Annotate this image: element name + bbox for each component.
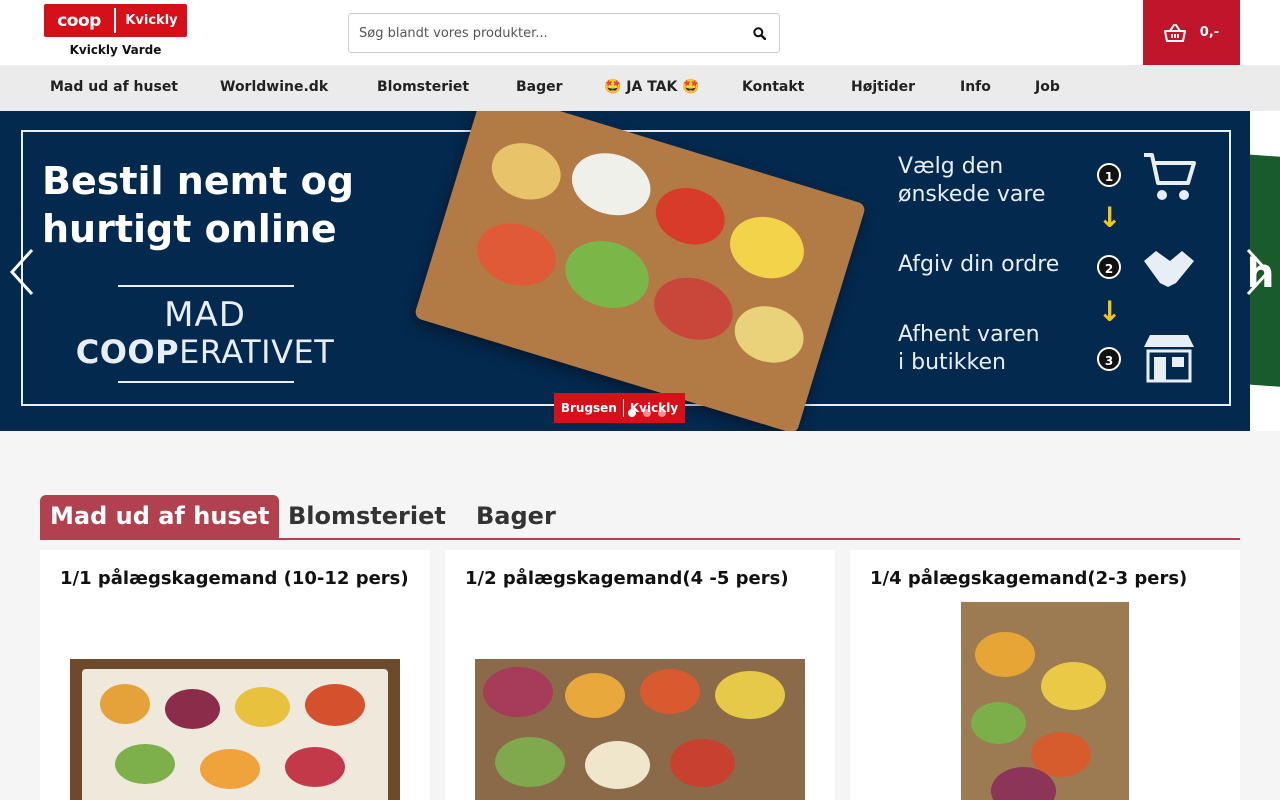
sandwich-image: [564, 143, 659, 225]
cart-total: 0,-: [1199, 25, 1220, 40]
step-3-line-2: i butikken: [898, 350, 1006, 375]
food-image: [200, 749, 260, 789]
banner-cooperativet-text: COOPERATIVET: [0, 333, 410, 371]
chevron-right-icon: [1246, 248, 1271, 296]
food-image: [483, 667, 553, 717]
nav-item-worldwine[interactable]: Worldwine.dk: [220, 65, 328, 111]
banner-headline-line-1: Bestil nemt og: [42, 159, 354, 203]
product-image[interactable]: [961, 602, 1129, 800]
main-nav: Mad ud af huset Worldwine.dk Blomsteriet…: [0, 65, 1280, 111]
banner-headline-line-2: hurtigt online: [42, 207, 337, 251]
banner-coop-bold: COOP: [75, 333, 180, 371]
product-image[interactable]: [70, 659, 400, 800]
food-image: [565, 673, 625, 718]
sandwich-image: [648, 179, 732, 253]
nav-item-kontakt[interactable]: Kontakt: [742, 65, 804, 111]
sandwich-image: [727, 297, 811, 372]
logo-coop-text: coop: [57, 10, 101, 31]
nav-item-job[interactable]: Job: [1035, 65, 1060, 111]
sandwich-image: [646, 268, 741, 350]
nav-item-bager[interactable]: Bager: [516, 65, 563, 111]
sandwich-image: [556, 230, 658, 318]
food-image: [165, 689, 220, 729]
product-card[interactable]: 1/1 pålægskagemand (10-12 pers): [40, 550, 430, 800]
carousel-dot[interactable]: [628, 409, 636, 417]
food-image: [585, 741, 650, 789]
step-1-number: 1: [1097, 163, 1121, 187]
food-image: [1041, 662, 1106, 710]
nav-item-hojtider[interactable]: Højtider: [851, 65, 915, 111]
badge-divider: [622, 399, 624, 417]
food-image: [285, 747, 345, 787]
step-3-text: Afhent varen i butikken: [898, 321, 1040, 377]
badge-brugsen-text: Brugsen: [560, 401, 617, 415]
banner-headline: Bestil nemt og hurtigt online: [42, 157, 354, 253]
search-box: [348, 13, 780, 53]
nav-item-info[interactable]: Info: [960, 65, 991, 111]
banner-divider-top: [118, 285, 294, 287]
product-title[interactable]: 1/4 pålægskagemand(2-3 pers): [870, 568, 1187, 589]
carousel-dot[interactable]: [658, 409, 666, 417]
handshake-icon: [1144, 251, 1194, 287]
product-card[interactable]: 1/2 pålægskagemand(4 -5 pers): [445, 550, 835, 800]
tab-bager[interactable]: Bager: [476, 495, 556, 538]
superbrugsen-kvickly-badge: Brugsen Kvickly: [554, 393, 685, 423]
carousel-prev-button[interactable]: [8, 244, 36, 300]
food-image: [115, 744, 175, 784]
cart-icon: [1144, 153, 1196, 200]
step-2-number: 2: [1097, 255, 1121, 279]
step-1-line-2: ønskede vare: [898, 182, 1046, 207]
search-button[interactable]: [739, 14, 779, 52]
nav-item-ja-tak[interactable]: 🤩 JA TAK 🤩: [604, 65, 700, 111]
tab-mad-ud-af-huset[interactable]: Mad ud af huset: [40, 495, 280, 538]
category-tabs: Mad ud af huset Blomsteriet Bager: [40, 495, 1240, 540]
carousel-next-button[interactable]: [1244, 244, 1272, 300]
chevron-left-icon: [9, 248, 34, 296]
logo-kvickly-text: Kvickly: [125, 13, 178, 28]
food-image: [670, 739, 735, 787]
food-image: [975, 632, 1035, 677]
product-title[interactable]: 1/2 pålægskagemand(4 -5 pers): [465, 568, 789, 589]
step-1-text: Vælg den ønskede vare: [898, 153, 1045, 209]
product-card[interactable]: 1/4 pålægskagemand(2-3 pers): [850, 550, 1240, 800]
search-input[interactable]: [349, 14, 739, 52]
step-1-line-1: Vælg den: [898, 154, 1004, 179]
arrow-down-icon: ↓: [1098, 201, 1122, 234]
store-icon: [1144, 335, 1194, 383]
nav-item-blomsteriet[interactable]: Blomsteriet: [377, 65, 469, 111]
logo-link[interactable]: coop Kvickly Kvickly Varde: [44, 4, 187, 57]
food-image: [305, 684, 365, 726]
carousel-slide[interactable]: Bestil nemt og hurtigt online MAD COOPER…: [0, 111, 1250, 431]
carousel-dots: [628, 409, 666, 417]
step-3-number: 3: [1097, 347, 1121, 371]
arrow-down-icon: ↓: [1098, 295, 1122, 328]
sandwich-image: [484, 134, 568, 208]
food-image: [715, 671, 785, 719]
carousel-dot[interactable]: [643, 409, 651, 417]
sandwich-image: [469, 214, 564, 295]
step-2-text: Afgiv din ordre: [898, 251, 1059, 279]
food-image: [235, 687, 290, 727]
step-2-line-1: Afgiv din ordre: [898, 252, 1060, 277]
banner-coop-rest: ERATIVET: [179, 333, 335, 371]
search-icon: [752, 26, 766, 40]
basket-icon: [1163, 23, 1186, 42]
store-name: Kvickly Varde: [69, 43, 162, 57]
product-image[interactable]: [475, 659, 805, 800]
banner-mad-text: MAD: [164, 295, 246, 335]
site-header: coop Kvickly Kvickly Varde 0,-: [0, 0, 1280, 65]
hero-carousel: h Bestil nemt og hurtigt online MAD COOP…: [0, 111, 1280, 431]
food-image: [100, 684, 150, 724]
sandwich-image: [722, 207, 812, 288]
food-image: [640, 669, 700, 714]
tab-blomsteriet[interactable]: Blomsteriet: [288, 495, 446, 538]
food-image: [971, 702, 1026, 744]
banner-divider-bottom: [118, 381, 294, 383]
nav-item-mad-ud-af-huset[interactable]: Mad ud af huset: [50, 65, 178, 111]
cart-button[interactable]: 0,-: [1143, 0, 1240, 65]
food-image: [495, 737, 565, 787]
coop-kvickly-logo[interactable]: coop Kvickly: [44, 4, 187, 37]
step-3-line-1: Afhent varen: [898, 322, 1040, 347]
product-title[interactable]: 1/1 pålægskagemand (10-12 pers): [60, 568, 409, 589]
